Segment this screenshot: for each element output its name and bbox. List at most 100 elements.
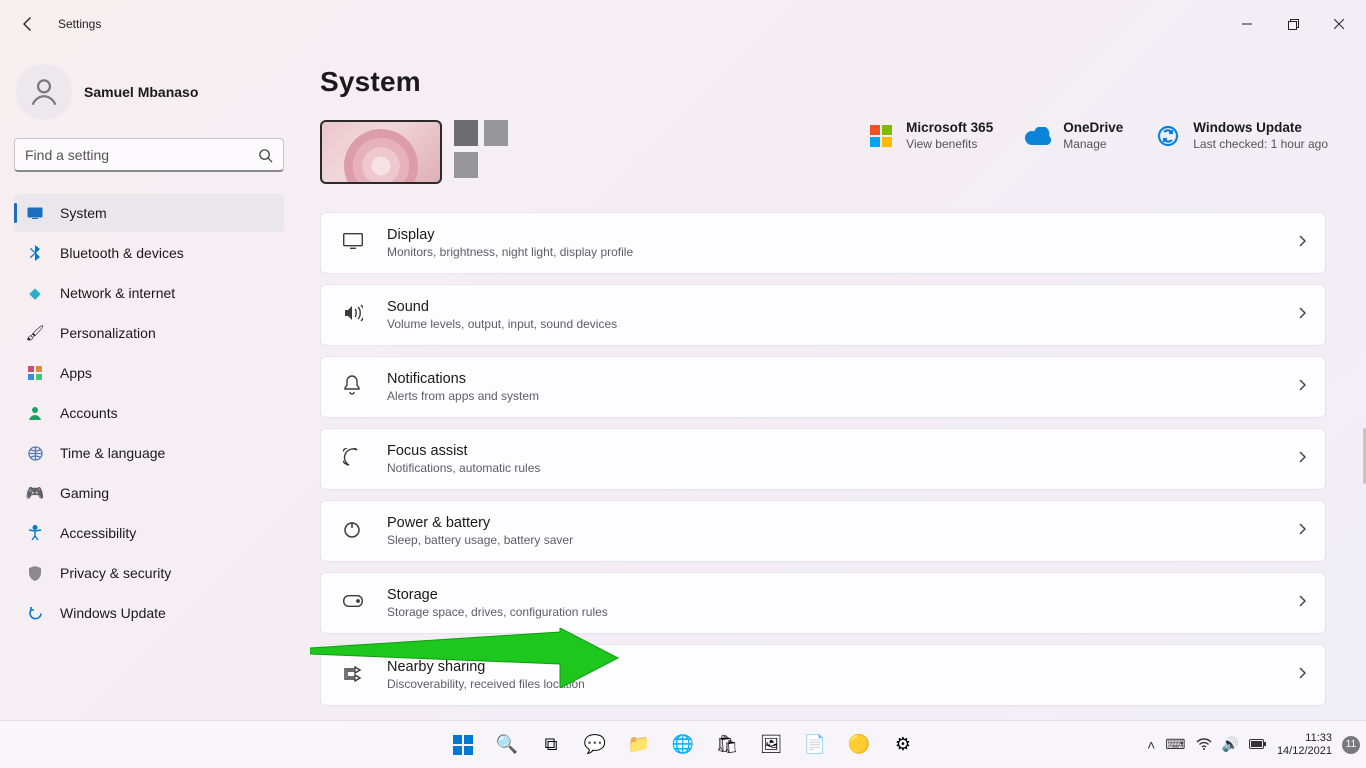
power-battery-card[interactable]: Power & battery Sleep, battery usage, bat… xyxy=(320,500,1326,562)
quick-link-sub: Manage xyxy=(1063,137,1123,151)
taskbar-chat[interactable]: 💬 xyxy=(576,726,614,764)
windows-start-icon xyxy=(453,735,473,755)
nav-item-accounts[interactable]: Accounts xyxy=(14,394,284,432)
clock-time: 11:33 xyxy=(1277,732,1332,745)
card-sub: Notifications, automatic rules xyxy=(387,461,540,475)
volume-icon[interactable]: 🔊 xyxy=(1222,736,1239,753)
display-card[interactable]: Display Monitors, brightness, night light… xyxy=(320,212,1326,274)
nearby-sharing-card[interactable]: Nearby sharingDiscoverability, received … xyxy=(320,644,1326,706)
chevron-right-icon xyxy=(1299,594,1307,612)
edge-icon: 🌐 xyxy=(672,734,694,755)
tray-expand-icon[interactable]: ˄ xyxy=(1147,737,1155,753)
search-icon: 🔍 xyxy=(496,734,518,755)
search-input[interactable] xyxy=(25,147,249,163)
card-sub: Monitors, brightness, night light, displ… xyxy=(387,245,633,259)
taskbar-photos[interactable]: 🖼 xyxy=(752,726,790,764)
user-name: Samuel Mbanaso xyxy=(84,84,198,100)
nav-item-time-language[interactable]: Time & language xyxy=(14,434,284,472)
notifications-card[interactable]: NotificationsAlerts from apps and system xyxy=(320,356,1326,418)
taskbar-settings[interactable]: ⚙ xyxy=(884,726,922,764)
nav-item-gaming[interactable]: 🎮Gaming xyxy=(14,474,284,512)
battery-icon[interactable] xyxy=(1249,737,1267,753)
chevron-right-icon xyxy=(1299,666,1307,684)
clock[interactable]: 11:33 14/12/2021 xyxy=(1277,732,1332,758)
taskbar: 🔍 ⧉ 💬 📁 🌐 🛍 🖼📄🟡 ⚙ ˄ ⌨ 🔊 11:33 14/12/2021 11 xyxy=(0,720,1366,768)
clock-date: 14/12/2021 xyxy=(1277,745,1332,758)
nearby-sharing-icon xyxy=(343,664,365,687)
back-button[interactable] xyxy=(12,8,44,40)
maximize-button[interactable] xyxy=(1270,8,1316,40)
quick-link-microsoft-[interactable]: Microsoft 365View benefits xyxy=(868,120,993,151)
store-icon: 🛍 xyxy=(716,734,739,755)
nav-item-network-internet[interactable]: ◆ Network & internet xyxy=(14,274,284,312)
power-battery-icon xyxy=(343,520,365,543)
card-title: Storage xyxy=(387,587,608,603)
personalization-icon: 🖌 xyxy=(26,324,44,342)
nav-item-label: Windows Update xyxy=(60,605,166,621)
taskbar-search[interactable]: 🔍 xyxy=(488,726,526,764)
taskbar-start[interactable] xyxy=(444,726,482,764)
nav-item-system[interactable]: System xyxy=(14,194,284,232)
taskbar-file-explorer[interactable]: 📁 xyxy=(620,726,658,764)
taskbar-edge[interactable]: 🌐 xyxy=(664,726,702,764)
focus-assist-card[interactable]: Focus assistNotifications, automatic rul… xyxy=(320,428,1326,490)
quick-link-onedrive[interactable]: OneDriveManage xyxy=(1025,120,1123,151)
wifi-icon[interactable] xyxy=(1196,737,1212,753)
nav-item-label: Accessibility xyxy=(60,525,136,541)
maximize-icon xyxy=(1288,19,1299,30)
account-block[interactable]: Samuel Mbanaso xyxy=(14,56,284,138)
storage-card[interactable]: Storage Storage space, drives, configurat… xyxy=(320,572,1326,634)
nav-item-privacy-security[interactable]: Privacy & security xyxy=(14,554,284,592)
sound-icon xyxy=(343,304,365,327)
nav-item-personalization[interactable]: 🖌 Personalization xyxy=(14,314,284,352)
settings-icon: ⚙ xyxy=(895,734,911,755)
storage-icon xyxy=(343,594,365,612)
taskbar-word[interactable]: 📄 xyxy=(796,726,834,764)
settings-nav: SystemBluetooth & devices ◆ Network & inte… xyxy=(14,194,284,632)
nav-item-label: Gaming xyxy=(60,485,109,501)
quick-link-windows-update[interactable]: Windows UpdateLast checked: 1 hour ago xyxy=(1155,120,1328,151)
device-preview[interactable] xyxy=(320,120,442,184)
window-title: Settings xyxy=(58,17,101,31)
search-box[interactable] xyxy=(14,138,284,172)
file-explorer-icon: 📁 xyxy=(628,734,650,755)
nav-item-label: Personalization xyxy=(60,325,156,341)
taskbar-store[interactable]: 🛍 xyxy=(708,726,746,764)
card-sub: Storage space, drives, configuration rul… xyxy=(387,605,608,619)
card-sub: Alerts from apps and system xyxy=(387,389,539,403)
nav-item-label: Time & language xyxy=(60,445,165,461)
close-button[interactable] xyxy=(1316,8,1362,40)
display-icon xyxy=(343,233,365,254)
notification-badge[interactable]: 11 xyxy=(1342,736,1360,754)
taskbar-task-view[interactable]: ⧉ xyxy=(532,726,570,764)
card-sub: Sleep, battery usage, battery saver xyxy=(387,533,573,547)
chevron-right-icon xyxy=(1299,306,1307,324)
nav-item-windows-update[interactable]: Windows Update xyxy=(14,594,284,632)
quick-link-sub: View benefits xyxy=(906,137,993,151)
focus-assist-icon xyxy=(343,448,365,471)
card-title: Nearby sharing xyxy=(387,659,585,675)
nav-item-bluetooth-devices[interactable]: Bluetooth & devices xyxy=(14,234,284,272)
bluetooth-icon xyxy=(26,244,44,262)
quick-link-sub: Last checked: 1 hour ago xyxy=(1193,137,1328,151)
card-title: Display xyxy=(387,227,633,243)
nav-item-accessibility[interactable]: Accessibility xyxy=(14,514,284,552)
close-icon xyxy=(1334,19,1344,29)
card-title: Power & battery xyxy=(387,515,573,531)
nav-item-apps[interactable]: Apps xyxy=(14,354,284,392)
chevron-right-icon xyxy=(1299,522,1307,540)
network-icon: ◆ xyxy=(26,284,44,302)
chat-icon: 💬 xyxy=(584,734,606,755)
nav-item-label: Network & internet xyxy=(60,285,175,301)
chevron-right-icon xyxy=(1299,378,1307,396)
taskbar-chrome[interactable]: 🟡 xyxy=(840,726,878,764)
keyboard-icon[interactable]: ⌨ xyxy=(1165,736,1185,753)
chevron-right-icon xyxy=(1299,234,1307,252)
windows-update-icon xyxy=(1155,123,1181,149)
page-title: System xyxy=(320,66,1328,98)
card-sub: Volume levels, output, input, sound devi… xyxy=(387,317,617,331)
system-card-list: Display Monitors, brightness, night light… xyxy=(320,212,1328,712)
sound-card[interactable]: SoundVolume levels, output, input, sound… xyxy=(320,284,1326,346)
arrow-left-icon xyxy=(20,16,36,32)
minimize-button[interactable] xyxy=(1224,8,1270,40)
